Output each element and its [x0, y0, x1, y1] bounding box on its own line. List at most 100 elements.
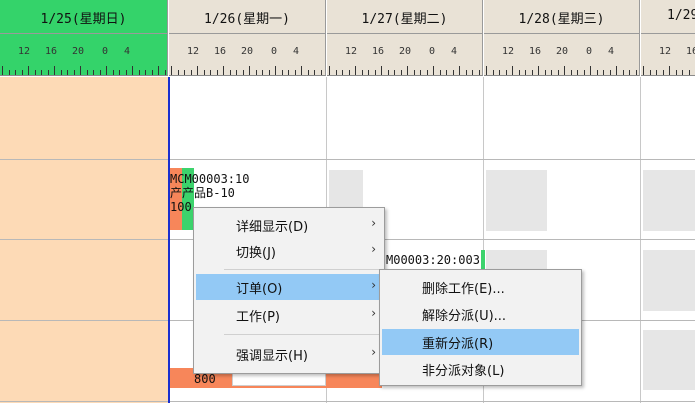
ruler-tick [649, 70, 651, 75]
ruler-tick [538, 66, 539, 75]
ruler-tick [28, 66, 29, 75]
hour-label: 16 [686, 46, 695, 57]
ruler-tick [512, 66, 513, 75]
ruler-tick [525, 70, 526, 75]
ruler-tick [518, 70, 520, 75]
ruler-tick [394, 70, 395, 75]
hour-label: 0 [271, 46, 278, 57]
ruler-tick [112, 70, 114, 75]
ruler-tick [210, 70, 211, 75]
ruler-tick [294, 70, 296, 75]
ruler-tick [570, 70, 572, 75]
ruler-tick [368, 70, 369, 75]
ruler-tick [307, 70, 309, 75]
ruler-tick [2, 66, 3, 75]
ruler-tick [400, 70, 402, 75]
ruler-tick [590, 66, 591, 75]
menu-item-reassign[interactable]: 重新分派(R) [382, 329, 579, 355]
capacity-block [643, 330, 695, 390]
time-ruler [2, 66, 166, 75]
header-divider [327, 33, 482, 34]
row-divider [0, 401, 695, 402]
hour-label: 20 [241, 46, 254, 57]
menu-item-detail-display[interactable]: 详细显示(D) › [196, 212, 382, 238]
ruler-tick [223, 66, 224, 75]
ruler-tick [145, 70, 146, 75]
hour-label: 0 [429, 46, 436, 57]
ruler-tick [99, 70, 101, 75]
ruler-tick [361, 70, 363, 75]
task-label: MCM00003:10 [170, 172, 250, 186]
ruler-tick [433, 66, 434, 75]
menu-item-order[interactable]: 订单(O) › [196, 274, 382, 300]
menu-item-switch[interactable]: 切换(J) › [196, 238, 382, 264]
hour-label: 16 [214, 46, 227, 57]
ruler-tick [629, 70, 630, 75]
menu-item-work[interactable]: 工作(P) › [196, 302, 382, 328]
header-divider [484, 33, 639, 34]
hour-label: 20 [556, 46, 569, 57]
ruler-tick [505, 70, 507, 75]
header-divider [0, 33, 167, 34]
ruler-tick [268, 70, 270, 75]
ruler-tick [656, 70, 657, 75]
ruler-tick [596, 70, 598, 75]
row-divider [0, 159, 695, 160]
menu-item-delete-work[interactable]: 删除工作(E)... [382, 274, 579, 300]
day-header-2[interactable]: 1/26(星期一) 12 16 20 0 4 [169, 0, 326, 76]
ruler-tick [622, 70, 624, 75]
day-date-label: 1/29 [667, 8, 695, 23]
header-divider [169, 33, 325, 34]
ruler-tick [106, 66, 107, 75]
menu-item-label: 强调显示(H) [236, 349, 308, 364]
day-header-1[interactable]: 1/25(星期日) 12 16 20 0 4 [0, 0, 168, 76]
time-ruler [329, 66, 480, 75]
ruler-tick [203, 70, 205, 75]
day-header-4[interactable]: 1/28(星期三) 12 16 20 0 4 [484, 0, 640, 76]
menu-item-non-assignment-target[interactable]: 非分派对象(L) [382, 356, 579, 382]
ruler-tick [86, 70, 88, 75]
ruler-tick [420, 70, 421, 75]
order-submenu: 删除工作(E)... 解除分派(U)... 重新分派(R) 非分派对象(L) [379, 269, 582, 386]
menu-separator [224, 334, 380, 335]
menu-item-label: 删除工作(E)... [422, 282, 505, 297]
ruler-tick [177, 70, 179, 75]
ruler-tick [190, 70, 192, 75]
day-header-3[interactable]: 1/27(星期二) 12 16 20 0 4 [327, 0, 483, 76]
ruler-tick [249, 66, 250, 75]
hour-label: 16 [45, 46, 58, 57]
hour-label: 20 [399, 46, 412, 57]
ruler-tick [531, 70, 533, 75]
menu-item-highlight-display[interactable]: 强调显示(H) › [196, 341, 382, 367]
hour-label: 0 [586, 46, 593, 57]
ruler-tick [21, 70, 23, 75]
ruler-tick [426, 70, 428, 75]
ruler-tick [682, 70, 683, 75]
ruler-tick [242, 70, 244, 75]
ruler-tick [335, 70, 337, 75]
ruler-tick [452, 70, 454, 75]
hour-label: 16 [529, 46, 542, 57]
ruler-tick [47, 70, 49, 75]
ruler-tick [459, 66, 460, 75]
ruler-tick [675, 70, 677, 75]
ruler-tick [151, 70, 153, 75]
capacity-block [643, 250, 695, 311]
ruler-tick [446, 70, 447, 75]
ruler-tick [348, 70, 350, 75]
current-time-line [168, 77, 170, 403]
past-time-band [0, 77, 168, 403]
task-label: 100 [170, 200, 192, 214]
ruler-tick [669, 66, 670, 75]
ruler-tick [15, 70, 16, 75]
menu-item-unassign[interactable]: 解除分派(U)... [382, 301, 579, 327]
ruler-tick [320, 70, 322, 75]
ruler-tick [171, 66, 172, 75]
ruler-tick [609, 70, 611, 75]
ruler-tick [478, 70, 480, 75]
day-header-5[interactable]: 1/29 12 16 [641, 0, 695, 76]
ruler-tick [8, 70, 10, 75]
task-bar[interactable] [481, 250, 485, 270]
ruler-tick [564, 66, 565, 75]
chevron-right-icon: › [371, 306, 376, 320]
